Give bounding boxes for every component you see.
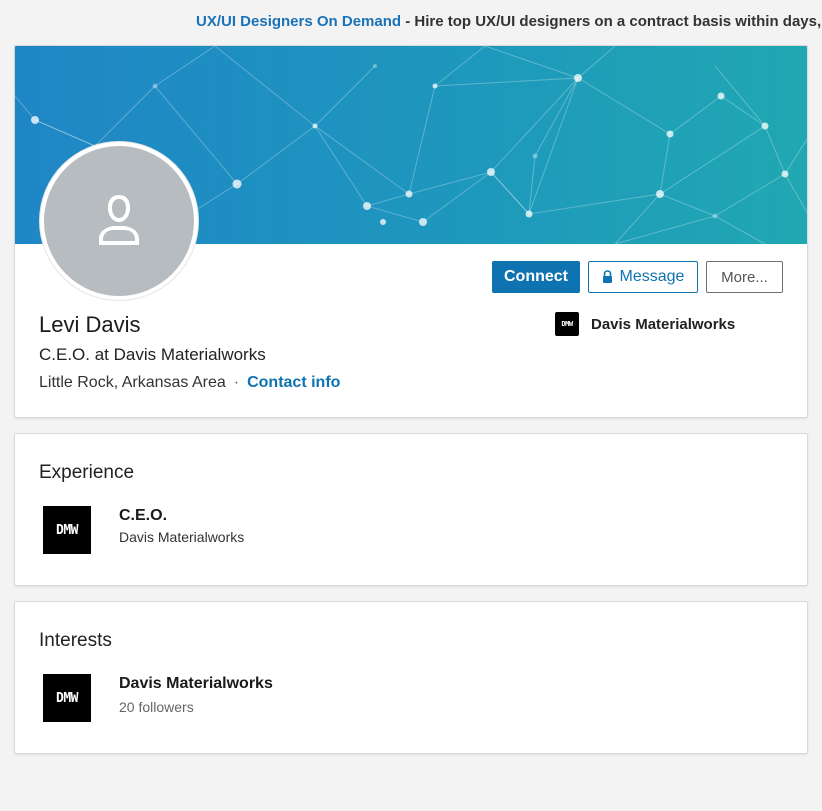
profile-name: Levi Davis bbox=[39, 312, 141, 337]
connect-button[interactable]: Connect bbox=[492, 261, 580, 293]
position-company: Davis Materialworks bbox=[119, 529, 245, 545]
ad-text: - Hire top UX/UI designers on a contract… bbox=[401, 13, 822, 30]
separator-dot: · bbox=[233, 374, 240, 391]
profile-location: Little Rock, Arkansas Area bbox=[39, 374, 226, 391]
interests-card: Interests DMW Davis Materialworks 20 fol… bbox=[14, 601, 808, 754]
profile-top-card: Connect Message More... Levi Davis C.E.O… bbox=[14, 45, 808, 418]
profile-avatar[interactable] bbox=[40, 142, 198, 300]
interest-item[interactable]: DMW Davis Materialworks 20 followers bbox=[43, 674, 273, 722]
experience-card: Experience DMW C.E.O. Davis Materialwork… bbox=[14, 433, 808, 586]
person-silhouette-icon bbox=[99, 195, 139, 245]
contact-info-link[interactable]: Contact info bbox=[247, 374, 340, 391]
ad-link[interactable]: UX/UI Designers On Demand bbox=[196, 13, 401, 30]
ad-banner: UX/UI Designers On Demand - Hire top UX/… bbox=[0, 11, 822, 33]
position-title: C.E.O. bbox=[119, 507, 168, 524]
company-logo: DMW bbox=[43, 674, 91, 722]
interest-name: Davis Materialworks bbox=[119, 675, 273, 692]
profile-headline: C.E.O. at Davis Materialworks bbox=[39, 345, 266, 364]
company-logo: DMW bbox=[43, 506, 91, 554]
interests-heading: Interests bbox=[39, 630, 112, 651]
current-company-link[interactable]: DMW Davis Materialworks bbox=[555, 312, 735, 336]
message-button[interactable]: Message bbox=[588, 261, 698, 293]
lock-icon bbox=[602, 270, 613, 284]
experience-item[interactable]: DMW C.E.O. Davis Materialworks bbox=[43, 506, 244, 554]
company-logo: DMW bbox=[555, 312, 579, 336]
more-button[interactable]: More... bbox=[706, 261, 783, 293]
experience-heading: Experience bbox=[39, 462, 135, 483]
current-company-name: Davis Materialworks bbox=[591, 315, 736, 333]
location-row: Little Rock, Arkansas Area · Contact info bbox=[39, 374, 340, 392]
message-button-label: Message bbox=[619, 268, 685, 285]
interest-followers: 20 followers bbox=[119, 699, 194, 715]
